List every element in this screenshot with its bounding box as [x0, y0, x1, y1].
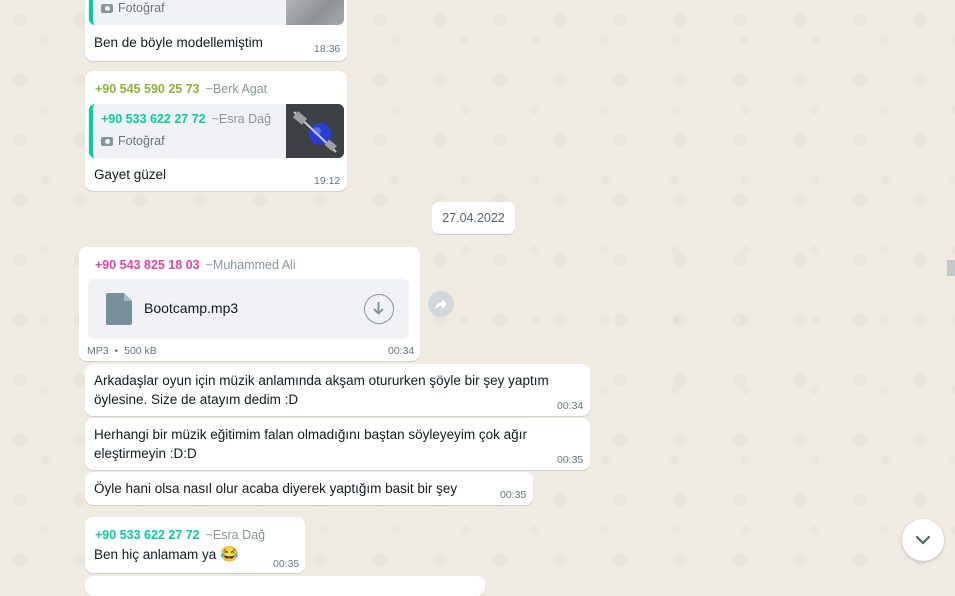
message-bubble-8-partial[interactable] — [85, 576, 485, 596]
message-time: 00:35 — [273, 558, 300, 570]
quoted-message[interactable]: +90 533 622 27 72 ~Esra Dağ Fotoğraf — [89, 104, 344, 158]
message-body: Ben hiç anlamam ya — [94, 547, 217, 562]
document-icon — [106, 293, 132, 325]
message-time: 18:36 — [314, 43, 341, 55]
quoted-message[interactable]: Fotoğraf — [89, 0, 344, 25]
message-bubble-3[interactable]: +90 543 825 18 03 ~Muhammed Ali Bootcamp.… — [79, 247, 420, 361]
message-time: 19:12 — [314, 175, 341, 187]
message-time: 00:35 — [557, 454, 584, 466]
file-type: MP3 — [87, 345, 109, 357]
quote-type: Fotoğraf — [118, 134, 165, 148]
sender-phone: +90 543 825 18 03 — [95, 258, 200, 272]
laughing-emoji-icon: 😂 — [220, 546, 239, 563]
message-text: Ben hiç anlamam ya 😂 — [94, 545, 239, 564]
message-bubble-6[interactable]: Öyle hani olsa nasıl olur acaba diyerek … — [85, 472, 533, 505]
quote-thumbnail — [286, 0, 344, 25]
file-attachment[interactable]: Bootcamp.mp3 — [88, 279, 409, 339]
sender-name[interactable]: +90 543 825 18 03 ~Muhammed Ali — [95, 258, 296, 272]
message-text-line: eleştirmeyin :D:D — [94, 446, 197, 461]
quote-sender-alias: ~Esra Dağ — [211, 112, 272, 126]
message-time: 00:35 — [500, 489, 527, 501]
chevron-down-icon — [915, 535, 931, 545]
sender-alias: ~Berk Agat — [205, 82, 268, 96]
file-name: Bootcamp.mp3 — [144, 300, 239, 316]
message-text-line: öylesine. Size de atayım dedim :D — [94, 392, 299, 407]
camera-icon — [101, 137, 113, 146]
message-bubble-7[interactable]: +90 533 622 27 72 ~Esra Dağ Ben hiç anlam… — [85, 517, 305, 573]
camera-icon — [101, 4, 113, 13]
message-text-line: Herhangi bir müzik eğitimim falan olmadı… — [94, 427, 527, 442]
quote-type: Fotoğraf — [118, 1, 165, 15]
message-bubble-4[interactable]: Arkadaşlar oyun için müzik anlamında akş… — [85, 364, 590, 416]
file-size: 500 kB — [124, 345, 157, 357]
sender-phone: +90 545 590 25 73 — [95, 82, 200, 96]
message-text: Ben de böyle modellemiştim — [94, 35, 263, 50]
forward-button[interactable] — [428, 291, 454, 317]
sender-phone: +90 533 622 27 72 — [95, 528, 200, 542]
sender-name[interactable]: +90 545 590 25 73 ~Berk Agat — [95, 82, 267, 96]
scrollbar-thumb[interactable] — [947, 260, 955, 276]
message-text: Gayet güzel — [94, 167, 167, 182]
quote-sender-phone: +90 533 622 27 72 — [101, 112, 206, 126]
message-bubble-5[interactable]: Herhangi bir müzik eğitimim falan olmadı… — [85, 418, 590, 470]
sender-alias: ~Esra Dağ — [205, 528, 266, 542]
message-text-line: Arkadaşlar oyun için müzik anlamında akş… — [94, 373, 549, 388]
date-separator: 27.04.2022 — [432, 202, 515, 234]
file-meta: MP3 • 500 kB — [87, 345, 157, 357]
message-bubble-2[interactable]: +90 545 590 25 73 ~Berk Agat +90 533 622 … — [85, 71, 347, 191]
satellite-image — [286, 104, 344, 158]
forward-icon — [435, 299, 447, 310]
sender-name[interactable]: +90 533 622 27 72 ~Esra Dağ — [95, 528, 265, 542]
message-bubble-1[interactable]: Fotoğraf Ben de böyle modellemiştim 18:3… — [85, 0, 347, 61]
message-time: 00:34 — [557, 400, 584, 412]
quote-thumbnail — [286, 104, 344, 158]
download-icon — [373, 302, 384, 315]
message-time: 00:34 — [388, 345, 415, 357]
scroll-to-bottom-button[interactable] — [902, 519, 944, 561]
message-text: Öyle hani olsa nasıl olur acaba diyerek … — [94, 481, 458, 496]
sender-alias: ~Muhammed Ali — [205, 258, 296, 272]
download-button[interactable] — [364, 294, 394, 324]
